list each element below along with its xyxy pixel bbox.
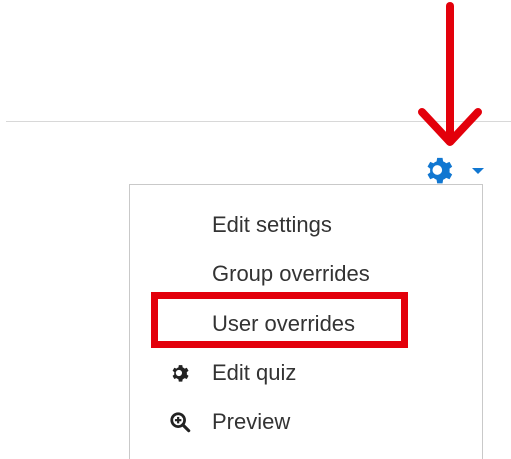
menu-item-group-overrides[interactable]: Group overrides: [130, 252, 482, 296]
menu-item-edit-quiz[interactable]: Edit quiz: [130, 351, 482, 395]
menu-item-label: Group overrides: [212, 261, 370, 286]
menu-item-user-overrides[interactable]: User overrides: [130, 302, 482, 346]
menu-item-label: Preview: [212, 409, 291, 434]
gear-icon: [427, 157, 453, 184]
actions-menu-toggle[interactable]: [422, 153, 492, 187]
gear-icon: [172, 365, 189, 382]
menu-item-label: User overrides: [212, 311, 356, 336]
zoom-in-icon: [170, 412, 191, 433]
caret-down-icon: [472, 168, 484, 174]
menu-item-label: Edit quiz: [212, 360, 297, 385]
actions-dropdown-menu: Edit settings Group overrides User overr…: [129, 184, 483, 459]
menu-item-label: Edit settings: [212, 212, 332, 237]
menu-item-edit-settings[interactable]: Edit settings: [130, 203, 482, 247]
down-arrow-icon: [418, 2, 482, 146]
menu-item-preview[interactable]: Preview: [130, 400, 482, 444]
